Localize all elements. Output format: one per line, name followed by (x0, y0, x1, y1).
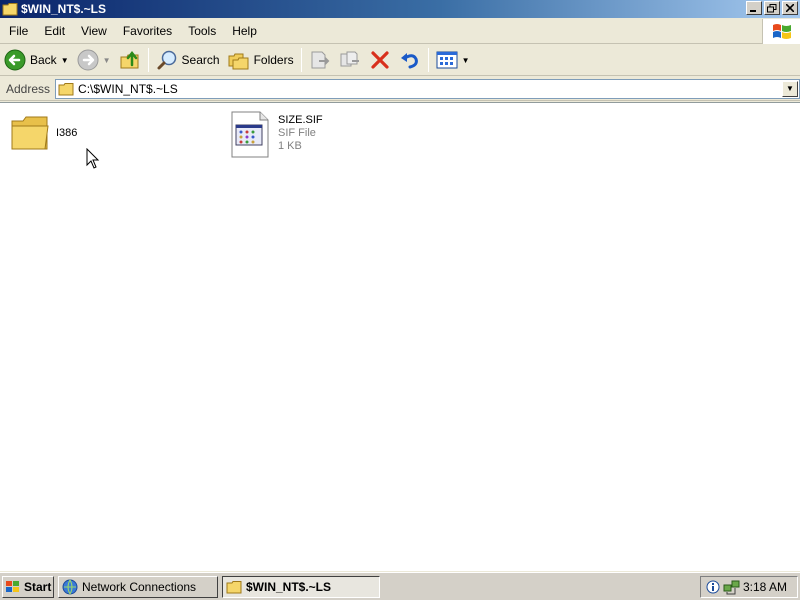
windows-logo-icon (762, 19, 800, 44)
start-button[interactable]: Start (2, 575, 54, 598)
taskbar: Start Network Connections $WIN_NT$.~LS 3… (0, 572, 800, 600)
file-type: SIF File (278, 127, 316, 139)
undo-icon (400, 53, 418, 69)
back-button[interactable]: Back ▼ (0, 47, 73, 73)
folder-name: I386 (56, 127, 78, 139)
menu-tools[interactable]: Tools (180, 19, 224, 44)
views-dropdown-icon[interactable]: ▼ (462, 56, 470, 65)
folders-icon (228, 53, 249, 70)
menu-favorites[interactable]: Favorites (115, 19, 180, 44)
toolbar-separator (427, 48, 429, 72)
window-title: $WIN_NT$.~LS (21, 2, 107, 16)
network-connections-icon (62, 579, 78, 594)
taskbar-item-network-connections[interactable]: Network Connections (58, 575, 218, 598)
minimize-icon (750, 10, 756, 12)
title-bar: $WIN_NT$.~LS (0, 0, 800, 18)
back-label: Back (30, 53, 57, 67)
close-button[interactable] (782, 1, 798, 15)
address-input[interactable]: C:\$WIN_NT$.~LS ▼ (55, 78, 800, 99)
delete-button[interactable] (365, 47, 395, 73)
info-balloon-icon[interactable] (705, 579, 721, 595)
windows-flag-icon (6, 580, 19, 592)
start-label: Start (24, 579, 52, 594)
restore-button[interactable] (764, 1, 780, 15)
address-dropdown-button[interactable]: ▼ (782, 80, 798, 97)
folder-icon (226, 580, 242, 593)
file-name: SIZE.SIF (278, 114, 323, 126)
mouse-pointer-icon (86, 148, 100, 169)
address-value: C:\$WIN_NT$.~LS (78, 81, 178, 96)
sif-file-icon (228, 111, 272, 159)
menu-view[interactable]: View (73, 19, 115, 44)
address-label: Address (6, 81, 51, 96)
menu-help[interactable]: Help (224, 19, 265, 44)
taskbar-item-win-nt-ls[interactable]: $WIN_NT$.~LS (222, 575, 380, 598)
toolbar-separator (300, 48, 302, 72)
copy-to-button[interactable] (335, 47, 365, 73)
up-folder-button[interactable] (115, 47, 145, 73)
minimize-button[interactable] (746, 1, 762, 15)
folder-icon (2, 1, 18, 17)
restore-icon (767, 3, 777, 12)
folders-button[interactable]: Folders (224, 47, 298, 73)
views-icon (436, 51, 458, 69)
folder-icon (8, 113, 52, 161)
move-to-icon (311, 51, 329, 69)
file-list: I386 SIZE.SIF SIF File 1 KB (0, 102, 800, 571)
search-label: Search (181, 53, 220, 67)
folders-label: Folders (253, 53, 294, 67)
views-button[interactable]: ▼ (432, 47, 474, 73)
forward-button[interactable]: ▼ (73, 47, 115, 73)
back-dropdown-icon[interactable]: ▼ (61, 56, 69, 65)
undo-button[interactable] (395, 47, 425, 73)
search-button[interactable]: Search (152, 47, 224, 73)
forward-arrow-icon (77, 49, 99, 71)
forward-dropdown-icon[interactable]: ▼ (103, 56, 111, 65)
copy-to-icon (340, 51, 359, 67)
file-item-size-sif[interactable]: SIZE.SIF SIF File 1 KB (228, 111, 323, 159)
task-label: $WIN_NT$.~LS (246, 579, 332, 594)
folder-icon (58, 81, 74, 97)
back-arrow-icon (4, 49, 26, 71)
file-size: 1 KB (278, 140, 302, 152)
toolbar-separator (147, 48, 149, 72)
task-label: Network Connections (82, 579, 197, 594)
up-folder-icon (120, 50, 139, 69)
network-tray-icon[interactable] (723, 579, 741, 595)
toolbar: Back ▼ ▼ Search Folders ▼ (0, 45, 800, 76)
menu-file[interactable]: File (0, 19, 36, 44)
system-tray: 3:18 AM (700, 576, 798, 598)
search-icon (157, 50, 176, 70)
clock: 3:18 AM (742, 580, 787, 594)
move-to-button[interactable] (305, 47, 335, 73)
close-icon (786, 4, 794, 12)
menu-bar: File Edit View Favorites Tools Help (0, 19, 800, 44)
menu-edit[interactable]: Edit (36, 19, 73, 44)
delete-x-icon (370, 51, 389, 69)
address-bar: Address C:\$WIN_NT$.~LS ▼ (0, 77, 800, 101)
folder-item-i386[interactable]: I386 (8, 113, 77, 161)
